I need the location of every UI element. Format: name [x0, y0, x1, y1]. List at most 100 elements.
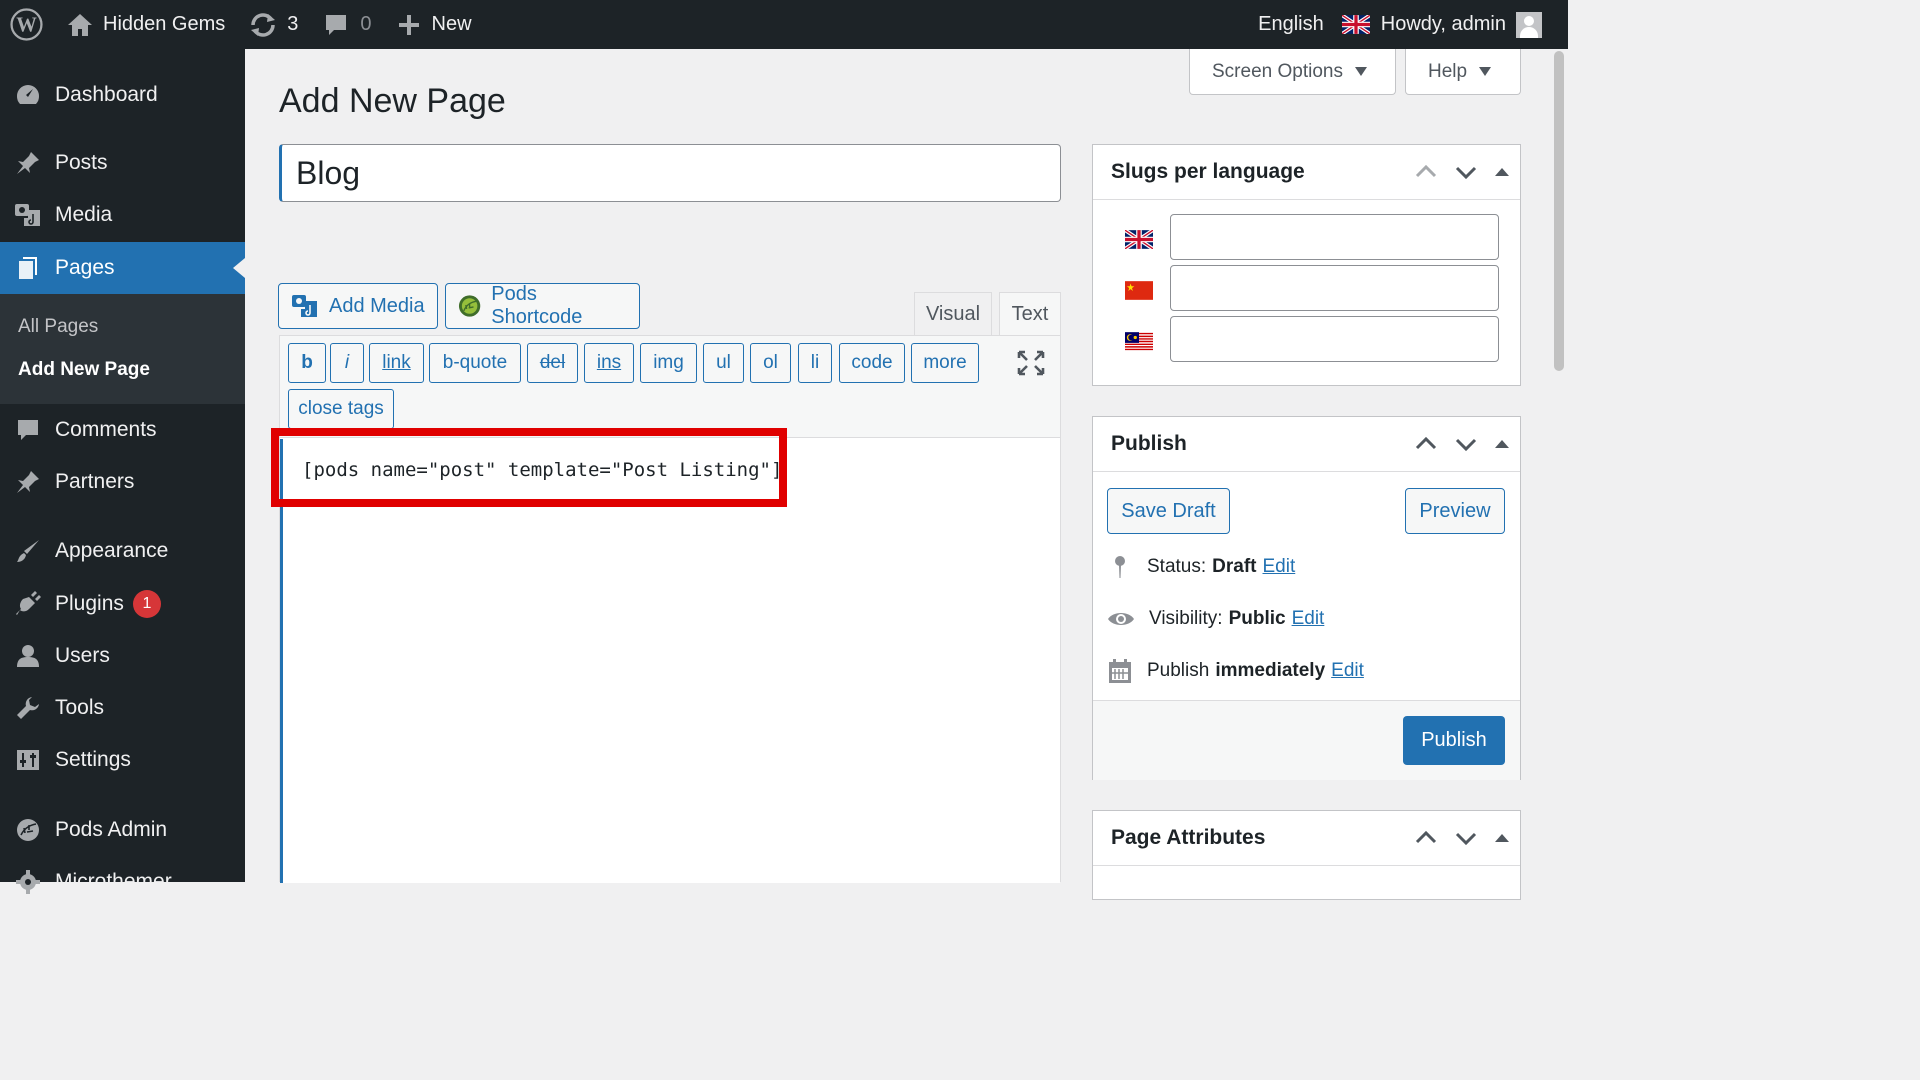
pin-icon: [13, 148, 43, 178]
scrollbar-thumb[interactable]: [1554, 51, 1564, 371]
chevron-up-icon[interactable]: [1414, 433, 1438, 455]
page-scrollbar[interactable]: [1550, 49, 1568, 882]
sidebar-item-label: Posts: [55, 151, 108, 174]
qt-img-button[interactable]: img: [640, 343, 697, 383]
gear-icon: [13, 867, 43, 897]
plugin-icon: [13, 589, 43, 619]
avatar[interactable]: [1516, 11, 1542, 38]
screen-options-label: Screen Options: [1212, 60, 1343, 82]
page-attributes-panel: Page Attributes: [1092, 810, 1521, 900]
new-content-link[interactable]: New: [388, 0, 482, 49]
edit-status-link[interactable]: Edit: [1263, 556, 1296, 578]
admin-bar: W Hidden Gems 3 0 New English Howdy, adm…: [0, 0, 1568, 49]
qt-close-tags-button[interactable]: close tags: [288, 389, 394, 429]
sidebar-item-tools[interactable]: Tools: [0, 682, 245, 734]
submenu-all-pages[interactable]: All Pages: [18, 316, 98, 338]
screen-options-button[interactable]: Screen Options: [1189, 49, 1396, 95]
slugs-panel-header[interactable]: Slugs per language: [1093, 145, 1520, 200]
sidebar-item-users[interactable]: Users: [0, 630, 245, 682]
eye-icon: [1108, 613, 1134, 625]
site-name-link[interactable]: Hidden Gems: [57, 0, 235, 49]
add-media-button[interactable]: Add Media: [278, 283, 438, 329]
chevron-up-icon[interactable]: [1414, 827, 1438, 849]
qt-ul-button[interactable]: ul: [703, 343, 744, 383]
tab-text[interactable]: Text: [999, 292, 1061, 335]
sidebar-item-microthemer[interactable]: Microthemer: [0, 856, 245, 908]
toggle-panel-icon[interactable]: [1494, 161, 1510, 183]
fullscreen-icon[interactable]: [1017, 350, 1045, 376]
publish-panel: Publish Save Draft Preview Status: Draft…: [1092, 416, 1521, 780]
qt-del-button[interactable]: del: [527, 343, 578, 383]
sidebar-item-appearance[interactable]: Appearance: [0, 525, 245, 577]
qt-bold-button[interactable]: b: [288, 343, 326, 383]
qt-ol-button[interactable]: ol: [750, 343, 791, 383]
visibility-row: Visibility: Public Edit: [1107, 606, 1324, 632]
sidebar-item-settings[interactable]: Settings: [0, 734, 245, 786]
chevron-down-icon[interactable]: [1454, 161, 1478, 183]
calendar-icon: [1109, 659, 1131, 683]
toggle-panel-icon[interactable]: [1494, 433, 1510, 455]
publish-actions: Publish: [1093, 700, 1520, 780]
save-draft-button[interactable]: Save Draft: [1107, 488, 1230, 534]
qt-li-button[interactable]: li: [798, 343, 832, 383]
chevron-down-icon[interactable]: [1454, 827, 1478, 849]
new-label: New: [431, 13, 472, 35]
slugs-per-language-panel: Slugs per language: [1092, 144, 1521, 386]
sidebar-item-label: Pages: [55, 256, 115, 279]
slug-input-malay[interactable]: [1170, 316, 1499, 362]
pods-shortcode-button[interactable]: Pods Shortcode: [445, 283, 640, 329]
qt-ins-button[interactable]: ins: [584, 343, 634, 383]
sidebar-item-label: Settings: [55, 748, 131, 771]
tab-visual[interactable]: Visual: [914, 292, 992, 335]
settings-icon: [13, 745, 43, 775]
sidebar-item-plugins[interactable]: Plugins 1: [0, 578, 245, 630]
editor-container: b i link b-quote del ins img ul ol li co…: [279, 335, 1061, 883]
chevron-down-icon[interactable]: [1454, 433, 1478, 455]
edit-date-link[interactable]: Edit: [1331, 660, 1364, 682]
sidebar-item-partners[interactable]: Partners: [0, 456, 245, 508]
sidebar-item-pods-admin[interactable]: Pods Admin: [0, 804, 245, 856]
comments-link[interactable]: 0: [314, 0, 381, 49]
qt-italic-button[interactable]: i: [330, 343, 364, 383]
updates-count: 3: [287, 13, 299, 35]
publish-button[interactable]: Publish: [1403, 716, 1505, 765]
sidebar-item-label: Plugins: [55, 592, 124, 615]
qt-bquote-button[interactable]: b-quote: [429, 343, 521, 383]
slug-input-english[interactable]: [1170, 214, 1499, 260]
slug-input-chinese[interactable]: [1170, 265, 1499, 311]
language-switcher[interactable]: English: [1258, 13, 1324, 36]
publish-panel-header[interactable]: Publish: [1093, 417, 1520, 472]
publish-panel-title: Publish: [1111, 432, 1187, 455]
sidebar-item-pages[interactable]: Pages: [0, 242, 245, 294]
sidebar-item-label: Users: [55, 644, 110, 667]
howdy-account[interactable]: Howdy, admin: [1381, 13, 1506, 36]
sidebar-item-dashboard[interactable]: Dashboard: [0, 69, 245, 121]
content-textarea[interactable]: [pods name="post" template="Post Listing…: [280, 439, 1060, 883]
pin-icon: [13, 467, 43, 497]
qt-more-button[interactable]: more: [911, 343, 979, 383]
plugins-update-badge: 1: [132, 590, 161, 618]
brush-icon: [13, 536, 43, 566]
qt-link-button[interactable]: link: [369, 343, 424, 383]
submenu-add-new-page[interactable]: Add New Page: [18, 359, 150, 381]
visibility-value: Public: [1228, 608, 1286, 629]
toggle-panel-icon[interactable]: [1494, 827, 1510, 849]
qt-code-button[interactable]: code: [839, 343, 905, 383]
add-media-icon: [292, 295, 317, 317]
pods-icon: [13, 815, 43, 845]
sidebar-item-posts[interactable]: Posts: [0, 137, 245, 189]
page-attributes-header[interactable]: Page Attributes: [1093, 811, 1520, 866]
chevron-up-icon[interactable]: [1414, 161, 1438, 183]
uk-flag-icon: [1341, 15, 1370, 34]
sidebar-item-label: Partners: [55, 470, 135, 493]
edit-visibility-link[interactable]: Edit: [1292, 608, 1325, 630]
updates-link[interactable]: 3: [239, 0, 308, 49]
sidebar-item-media[interactable]: Media: [0, 189, 245, 241]
sidebar-item-comments[interactable]: Comments: [0, 404, 245, 456]
help-button[interactable]: Help: [1405, 49, 1521, 95]
publish-date-row: Publish immediately Edit: [1107, 658, 1364, 684]
post-title-input[interactable]: Blog: [279, 144, 1061, 202]
preview-button[interactable]: Preview: [1405, 488, 1505, 534]
svg-text:W: W: [16, 15, 37, 37]
wordpress-logo-icon[interactable]: W: [0, 0, 57, 49]
